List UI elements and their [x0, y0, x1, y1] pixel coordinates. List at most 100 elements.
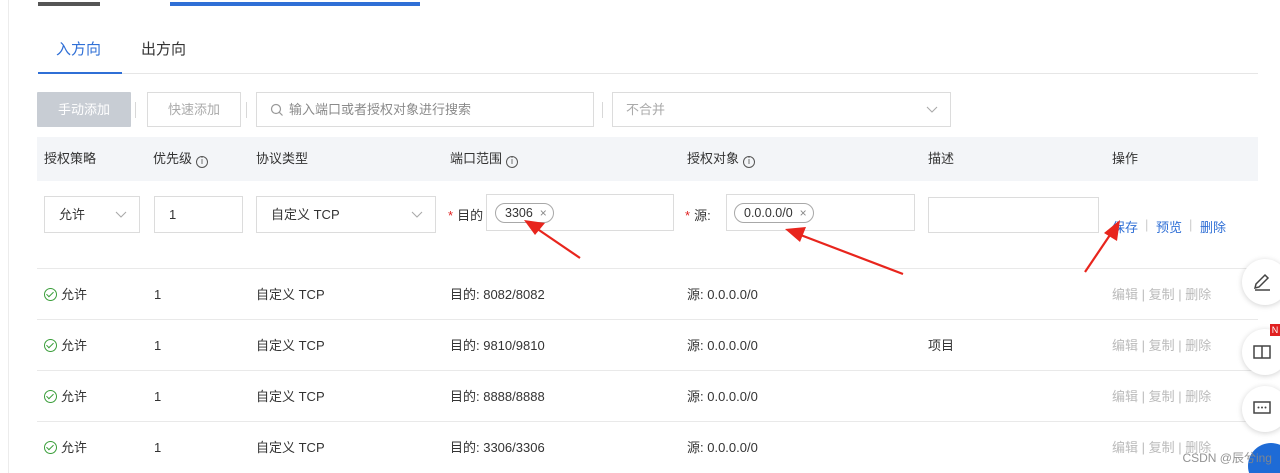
port-cell: 目的: 8888/8888	[450, 389, 545, 404]
description-input[interactable]	[928, 197, 1099, 233]
chevron-down-icon	[926, 106, 938, 113]
header-priority-label: 优先级	[153, 151, 193, 166]
port-cell: 目的: 3306/3306	[450, 440, 545, 455]
priority-cell: 1	[154, 389, 162, 404]
priority-cell: 1	[154, 440, 162, 455]
source-cell: 源: 0.0.0.0/0	[687, 338, 758, 353]
edit-link[interactable]: 编辑	[1112, 440, 1138, 455]
copy-link[interactable]: 复制	[1149, 338, 1175, 353]
delete-link[interactable]: 删除	[1185, 338, 1211, 353]
check-circle-icon	[44, 390, 57, 403]
header-priority: 优先级 i	[153, 137, 209, 181]
comment-float-button[interactable]	[1242, 386, 1280, 432]
copy-link[interactable]: 复制	[1149, 287, 1175, 302]
search-placeholder: 输入端口或者授权对象进行搜索	[289, 102, 472, 117]
header-auth-object: 授权对象 i	[687, 137, 756, 181]
edit-float-button[interactable]	[1242, 259, 1280, 305]
source-tag-text: 0.0.0.0/0	[744, 206, 793, 220]
policy-cell: 允许	[44, 320, 87, 371]
table-row: 允许 1 自定义 TCP 目的: 9810/9810 源: 0.0.0.0/0 …	[37, 320, 1258, 371]
merge-select-value: 不合并	[626, 102, 666, 117]
search-input[interactable]: 输入端口或者授权对象进行搜索	[256, 92, 594, 127]
policy-cell: 允许	[44, 371, 87, 422]
divider	[246, 102, 247, 118]
header-port-range-label: 端口范围	[450, 151, 503, 166]
source-label-text: 源:	[694, 208, 711, 223]
direction-tabs: 入方向 出方向	[38, 30, 1258, 74]
port-tag: 3306 ×	[495, 203, 554, 223]
port-label: * 目的	[448, 208, 484, 223]
check-circle-icon	[44, 441, 57, 454]
table-header: 授权策略 优先级 i 协议类型 端口范围 i 授权对象 i 描述 操作	[37, 137, 1258, 181]
delete-link[interactable]: 删除	[1185, 287, 1211, 302]
protocol-select[interactable]: 自定义 TCP	[256, 196, 436, 233]
merge-select[interactable]: 不合并	[612, 92, 951, 127]
source-cell: 源: 0.0.0.0/0	[687, 389, 758, 404]
policy-text: 允许	[61, 440, 88, 455]
protocol-cell: 自定义 TCP	[256, 338, 325, 353]
link-separator: |	[1189, 217, 1193, 232]
comment-icon	[1253, 401, 1271, 414]
edit-rule-row: 允许 1 自定义 TCP * 目的 3306 × * 源: 0.0.0.0/0 × 保存…	[37, 181, 1258, 269]
header-actions: 操作	[1112, 151, 1139, 166]
breadcrumb-cut	[38, 0, 438, 6]
table-row: 允许 1 自定义 TCP 目的: 3306/3306 源: 0.0.0.0/0 …	[37, 422, 1258, 473]
tab-outbound[interactable]: 出方向	[141, 38, 186, 59]
policy-select-value: 允许	[59, 207, 86, 222]
row-actions: 编辑 | 复制 | 删除	[1112, 338, 1212, 353]
copy-link[interactable]: 复制	[1149, 389, 1175, 404]
info-icon[interactable]: i	[196, 156, 209, 168]
manual-add-button[interactable]: 手动添加	[37, 92, 131, 127]
priority-cell: 1	[154, 338, 162, 353]
policy-cell: 允许	[44, 422, 87, 473]
description-cell: 项目	[928, 338, 955, 353]
header-auth-object-label: 授权对象	[687, 151, 740, 166]
port-range-input[interactable]: 3306 ×	[486, 194, 674, 231]
info-icon[interactable]: i	[506, 156, 519, 168]
chevron-down-icon	[411, 211, 423, 218]
row-actions: 编辑 | 复制 | 删除	[1112, 287, 1212, 302]
edit-link[interactable]: 编辑	[1112, 338, 1138, 353]
policy-select[interactable]: 允许	[44, 196, 140, 233]
source-cell: 源: 0.0.0.0/0	[687, 440, 758, 455]
port-cell: 目的: 9810/9810	[450, 338, 545, 353]
protocol-select-value: 自定义 TCP	[271, 207, 340, 222]
divider	[602, 102, 603, 118]
source-cell: 源: 0.0.0.0/0	[687, 287, 758, 302]
link-separator: |	[1145, 217, 1149, 232]
header-protocol: 协议类型	[256, 151, 309, 166]
edit-link[interactable]: 编辑	[1112, 287, 1138, 302]
info-icon[interactable]: i	[743, 156, 756, 168]
close-icon[interactable]: ×	[800, 204, 807, 222]
save-link[interactable]: 保存	[1112, 217, 1138, 236]
edit-link[interactable]: 编辑	[1112, 389, 1138, 404]
priority-input[interactable]: 1	[154, 196, 243, 233]
port-cell: 目的: 8082/8082	[450, 287, 545, 302]
protocol-cell: 自定义 TCP	[256, 389, 325, 404]
table-row: 允许 1 自定义 TCP 目的: 8888/8888 源: 0.0.0.0/0 …	[37, 371, 1258, 422]
delete-link[interactable]: 删除	[1200, 217, 1226, 236]
table-row: 允许 1 自定义 TCP 目的: 8082/8082 源: 0.0.0.0/0 …	[37, 269, 1258, 320]
copy-link[interactable]: 复制	[1149, 440, 1175, 455]
toolbar: 手动添加 快速添加 输入端口或者授权对象进行搜索 不合并	[37, 92, 1258, 128]
header-policy: 授权策略	[44, 151, 97, 166]
chevron-down-icon	[115, 211, 127, 218]
pencil-icon	[1253, 273, 1270, 291]
preview-link[interactable]: 预览	[1156, 217, 1182, 236]
notification-badge: N	[1270, 324, 1280, 336]
header-description: 描述	[928, 151, 955, 166]
tab-inbound[interactable]: 入方向	[56, 38, 101, 59]
auth-object-input[interactable]: 0.0.0.0/0 ×	[726, 194, 915, 231]
close-icon[interactable]: ×	[540, 204, 547, 222]
policy-text: 允许	[61, 389, 88, 404]
active-tab-indicator	[38, 72, 122, 74]
book-icon	[1253, 345, 1271, 359]
divider	[135, 102, 136, 118]
quick-add-button[interactable]: 快速添加	[147, 92, 241, 127]
policy-cell: 允许	[44, 269, 87, 320]
priority-cell: 1	[154, 287, 162, 302]
check-circle-icon	[44, 339, 57, 352]
delete-link[interactable]: 删除	[1185, 389, 1211, 404]
search-icon	[270, 103, 283, 116]
watermark: CSDN @辰兮ing	[1182, 451, 1272, 465]
